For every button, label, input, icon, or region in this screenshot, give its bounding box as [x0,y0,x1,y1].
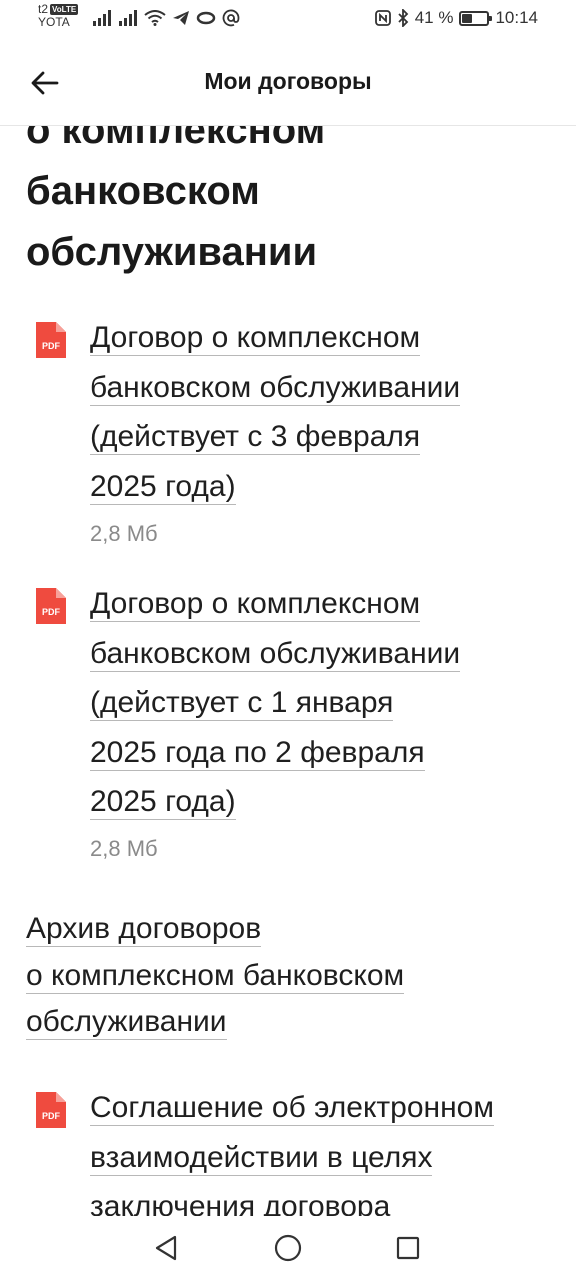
document-link[interactable]: Договор о комплексном банковском обслужи… [90,313,560,511]
file-size: 2,8 Мб [90,521,158,546]
nav-home-button[interactable] [270,1230,306,1266]
telegram-icon [173,11,190,25]
document-link[interactable]: Договор о комплексном банковском обслужи… [90,579,560,827]
status-bar: t2 VoLTE YOTA 41 % 10:14 [0,0,576,40]
status-icons [92,3,240,27]
content-scroll[interactable]: о комплексном банковском обслуживании PD… [0,126,576,1216]
archive-link[interactable]: Архив договоров о комплексном банковском… [26,906,546,1046]
ring-icon [196,11,216,25]
svg-text:PDF: PDF [42,341,61,351]
pdf-icon: PDF [36,588,66,624]
status-right: 41 % 10:14 [374,8,538,28]
signal-icon [119,10,138,26]
signal-icon [93,10,112,26]
home-circle-icon [274,1234,302,1262]
system-nav-bar [0,1216,576,1280]
battery-percent: 41 % [414,8,454,27]
carrier-name-secondary: YOTA [38,15,70,29]
svg-text:PDF: PDF [42,607,61,617]
file-size: 2,8 Мб [90,836,158,861]
wifi-icon [144,10,166,26]
carrier-info: t2 VoLTE YOTA [38,3,79,29]
at-icon [222,9,240,27]
pdf-icon: PDF [36,1092,66,1128]
page-title: Мои договоры [204,68,372,94]
nav-recents-button[interactable] [390,1230,426,1266]
section-title: о комплексном банковском обслуживании [26,126,326,274]
nav-back-button[interactable] [148,1230,184,1266]
recents-square-icon [396,1236,420,1260]
app-header: Мои договоры [0,40,576,126]
status-left: t2 VoLTE YOTA [38,3,240,29]
document-link[interactable]: Соглашение об электронном взаимодействии… [90,1083,560,1216]
clock: 10:14 [495,8,538,27]
bluetooth-icon [398,9,408,27]
nfc-icon [374,10,391,26]
svg-text:PDF: PDF [42,1111,61,1121]
pdf-icon: PDF [36,322,66,358]
volte-badge: VoLTE [50,4,79,15]
back-triangle-icon [155,1235,177,1261]
battery-icon [459,10,493,26]
